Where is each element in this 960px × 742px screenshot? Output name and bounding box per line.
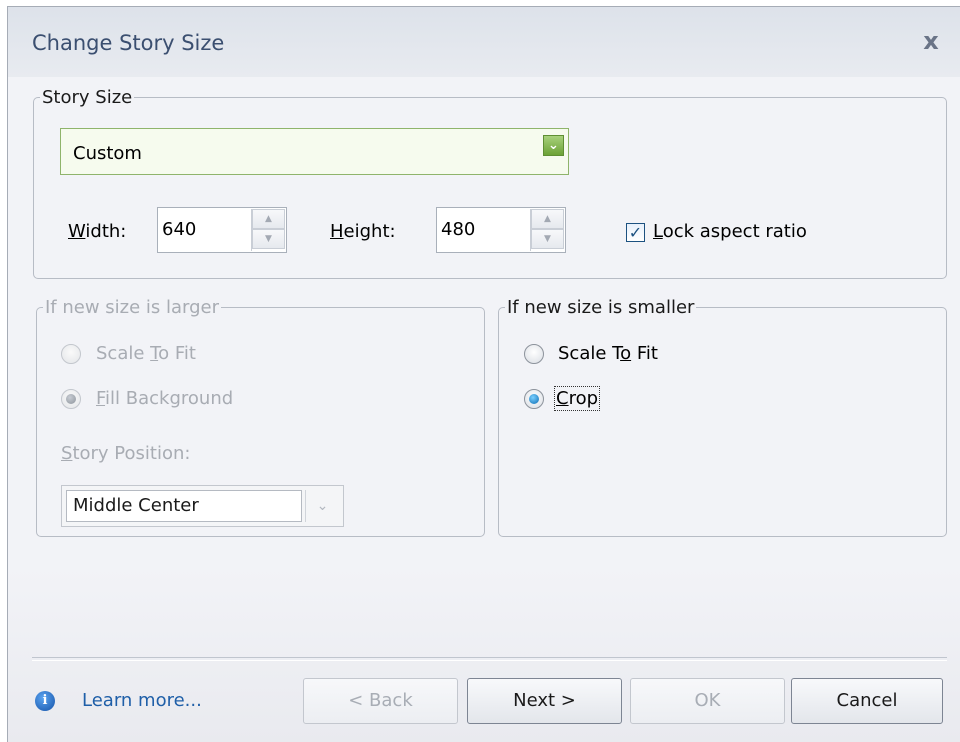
height-value[interactable]: 480 [441,219,475,240]
lock-aspect-ratio-label[interactable]: Lock aspect ratio [653,221,807,242]
story-position-label: Story Position: [61,443,191,464]
dialog-title: Change Story Size [32,31,225,55]
info-icon[interactable]: i [35,691,55,711]
height-spinner[interactable]: 480 ▲ ▼ [436,207,566,253]
story-position-value: Middle Center [66,490,302,522]
width-label: Width: [68,221,127,242]
story-size-legend: Story Size [42,87,133,108]
chevron-down-icon[interactable]: ⌄ [305,490,339,522]
story-position-dropdown[interactable]: Middle Center ⌄ [61,485,344,527]
larger-legend: If new size is larger [45,297,220,318]
lock-aspect-ratio-checkbox[interactable]: ✓ [626,223,645,242]
title-bar: Change Story Size x [8,7,960,77]
chevron-down-icon[interactable]: ⌄ [543,135,564,156]
smaller-crop-label[interactable]: Crop [553,386,601,411]
ok-button[interactable]: OK [630,678,785,724]
smaller-scale-to-fit-label[interactable]: Scale To Fit [558,343,658,364]
next-button[interactable]: Next > [467,678,622,724]
width-spinner[interactable]: 640 ▲ ▼ [157,207,287,253]
spin-down-button[interactable]: ▼ [531,229,564,249]
back-button[interactable]: < Back [303,678,458,724]
width-label-text: idth: [85,221,127,242]
change-story-size-dialog: Change Story Size x Story Size Custom ⌄ … [7,6,960,742]
smaller-crop-radio[interactable] [524,389,544,409]
larger-scale-to-fit-label: Scale To Fit [96,343,196,364]
height-label: Height: [330,221,396,242]
cancel-button[interactable]: Cancel [791,678,943,724]
larger-scale-to-fit-radio[interactable] [61,344,81,364]
spin-arrows-icon[interactable]: ▲ ▼ [530,209,564,251]
larger-fill-background-radio[interactable] [61,389,81,409]
footer-separator [32,657,947,661]
close-icon[interactable]: x [917,27,945,55]
story-size-preset-dropdown[interactable]: Custom ⌄ [60,128,569,175]
learn-more-link[interactable]: Learn more... [82,690,202,711]
height-label-text: eight: [343,221,396,242]
spin-down-button[interactable]: ▼ [252,229,285,249]
spin-up-button[interactable]: ▲ [252,209,285,229]
spin-up-button[interactable]: ▲ [531,209,564,229]
spin-arrows-icon[interactable]: ▲ ▼ [251,209,285,251]
smaller-scale-to-fit-radio[interactable] [524,344,544,364]
story-size-preset-value: Custom [73,143,142,164]
width-value[interactable]: 640 [162,219,196,240]
smaller-legend: If new size is smaller [507,297,695,318]
smaller-group: If new size is smaller [498,297,947,537]
larger-fill-background-label: Fill Background [96,388,234,409]
